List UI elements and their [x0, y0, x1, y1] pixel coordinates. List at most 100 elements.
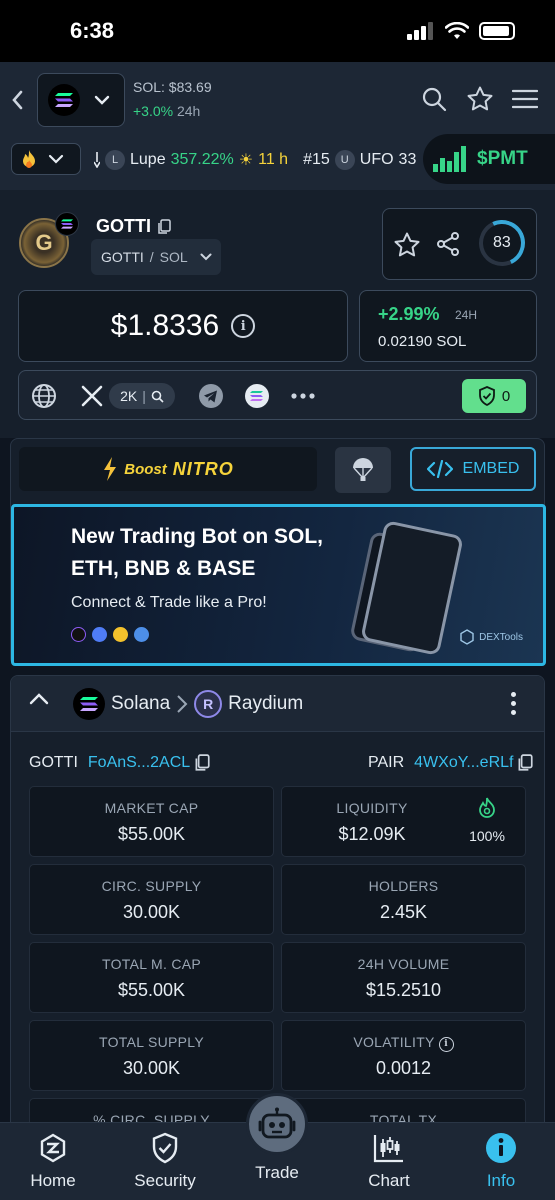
star-icon — [467, 86, 493, 111]
stat-value: 30.00K — [122, 902, 181, 922]
embed-button[interactable]: EMBED — [410, 447, 536, 491]
more-links-button[interactable] — [291, 383, 315, 409]
collapse-button[interactable] — [29, 692, 49, 711]
stat-circ-supply: CIRC. SUPPLY 30.00K — [29, 864, 274, 935]
solana-icon — [73, 688, 105, 720]
token-price: $1.8336 — [110, 309, 220, 342]
chip-separator: | — [142, 388, 146, 404]
trade-bot-button[interactable] — [246, 1093, 308, 1155]
ticker-value: 33 — [398, 151, 417, 168]
nav-chart[interactable]: Chart — [339, 1131, 439, 1191]
nav-trade[interactable]: Trade — [227, 1163, 327, 1183]
stat-volatility: VOLATILITY i 0.0012 — [281, 1020, 526, 1091]
boost-card: Boost NITRO EMBED New Trading Bot on SOL… — [10, 438, 546, 666]
raydium-icon: R — [194, 690, 223, 718]
pair-address-label: PAIR — [368, 754, 405, 771]
app-header: SOL: $83.69 +3.0% 24h L Lupe 357.22% ☀ 1… — [0, 62, 555, 190]
boost-nitro-button[interactable]: Boost NITRO — [19, 447, 317, 491]
nav-security[interactable]: Security — [115, 1131, 215, 1191]
search-icon — [422, 87, 447, 112]
stat-label: VOLATILITY — [353, 1034, 435, 1050]
stat-market-cap: MARKET CAP $55.00K — [29, 786, 274, 857]
share-icon[interactable] — [435, 231, 461, 257]
pair-selector[interactable]: GOTTI / SOL — [91, 239, 221, 275]
promo-banner[interactable]: New Trading Bot on SOL, ETH, BNB & BASE … — [11, 504, 546, 666]
stat-value: 30.00K — [122, 1058, 181, 1078]
liquidity-locked-pct: 100% — [469, 828, 505, 844]
hot-list-selector[interactable] — [11, 143, 81, 175]
status-icons — [407, 22, 515, 40]
battery-icon — [479, 22, 515, 40]
website-link[interactable] — [31, 383, 57, 409]
liquidity-lock[interactable]: 100% — [452, 797, 522, 844]
dextools-icon — [460, 629, 474, 645]
chain-price: SOL: $83.69 — [133, 79, 212, 95]
bar-chart-icon — [433, 146, 466, 172]
x-link[interactable] — [81, 383, 103, 409]
chevron-down-icon — [94, 95, 110, 105]
banner-headline-1: New Trading Bot on SOL, — [71, 525, 323, 548]
promo-pmt[interactable]: $PMT — [423, 134, 555, 184]
robot-icon — [258, 1107, 296, 1139]
candlestick-icon — [373, 1135, 403, 1163]
chain-selector[interactable] — [37, 73, 125, 127]
signal-icon — [407, 22, 433, 40]
copy-icon[interactable] — [157, 218, 171, 235]
chain-change: +3.0% 24h — [133, 103, 200, 119]
ticker-name: UFO — [359, 151, 394, 168]
chain-name[interactable]: Solana — [111, 693, 170, 715]
x-followers-chip[interactable]: 2K | — [109, 383, 175, 409]
token-address[interactable]: FoAnS...2ACL — [88, 754, 190, 772]
boost-area: Boost NITRO EMBED New Trading Bot on SOL… — [0, 438, 555, 668]
security-audit-chip[interactable]: 0 — [462, 379, 526, 413]
banner-headline-2: ETH, BNB & BASE — [71, 557, 256, 580]
info-icon[interactable]: i — [231, 314, 256, 338]
stat-holders[interactable]: HOLDERS 2.45K — [281, 864, 526, 935]
copy-icon[interactable] — [194, 754, 210, 772]
chevron-down-icon — [48, 154, 64, 164]
ticker-rank: #15 — [303, 151, 330, 168]
change-box: +2.99% 24H 0.02190 SOL — [359, 290, 537, 362]
stat-label: CIRC. SUPPLY — [101, 878, 202, 894]
pair-quote: SOL — [159, 249, 188, 265]
dext-score[interactable]: 83 — [472, 213, 532, 273]
chain-change-value: +3.0% — [133, 103, 174, 119]
code-icon — [426, 460, 453, 478]
security-count: 0 — [501, 387, 511, 405]
token-symbol: GOTTI — [96, 216, 171, 237]
copy-icon[interactable] — [517, 754, 534, 772]
star-icon[interactable] — [393, 231, 421, 259]
dex-name[interactable]: Raydium — [228, 693, 303, 715]
airdrop-button[interactable] — [335, 447, 391, 493]
globe-icon — [32, 384, 56, 408]
ticker-time: 11 h — [258, 151, 289, 168]
nav-info[interactable]: Info — [451, 1131, 551, 1191]
ticker-strip[interactable]: L Lupe 357.22% ☀ 11 h #15 U UFO 33 — [94, 150, 416, 170]
promo-label: $PMT — [477, 148, 528, 169]
back-button[interactable] — [6, 84, 28, 116]
favorite-button[interactable] — [465, 84, 495, 114]
fire-icon — [23, 150, 35, 168]
shield-check-icon — [152, 1132, 178, 1164]
status-bar: 6:38 — [0, 0, 555, 62]
token-address-label: GOTTI — [29, 754, 78, 771]
pair-address[interactable]: 4WXoY...eRLf — [414, 754, 513, 772]
info-icon — [486, 1133, 516, 1163]
search-button[interactable] — [419, 84, 449, 114]
pair-panel-header: Solana R Raydium — [11, 676, 544, 732]
chevron-down-icon — [200, 253, 212, 261]
telegram-link[interactable] — [198, 383, 224, 409]
menu-button[interactable] — [510, 84, 540, 114]
hamburger-icon — [512, 89, 538, 109]
solscan-link[interactable] — [244, 383, 270, 409]
nav-home[interactable]: Home — [3, 1131, 103, 1191]
stat-total-supply: TOTAL SUPPLY 30.00K — [29, 1020, 274, 1091]
info-icon[interactable]: i — [438, 1036, 454, 1052]
stat-total-mcap: TOTAL M. CAP $55.00K — [29, 942, 274, 1013]
more-vertical-icon[interactable] — [511, 692, 516, 715]
dextools-logo: DEXTools — [459, 629, 523, 645]
ticker-change: 357.22% — [170, 151, 234, 168]
embed-label: EMBED — [462, 460, 520, 477]
ethereum-coin-icon — [92, 627, 107, 642]
stat-value: $12.09K — [338, 824, 406, 844]
